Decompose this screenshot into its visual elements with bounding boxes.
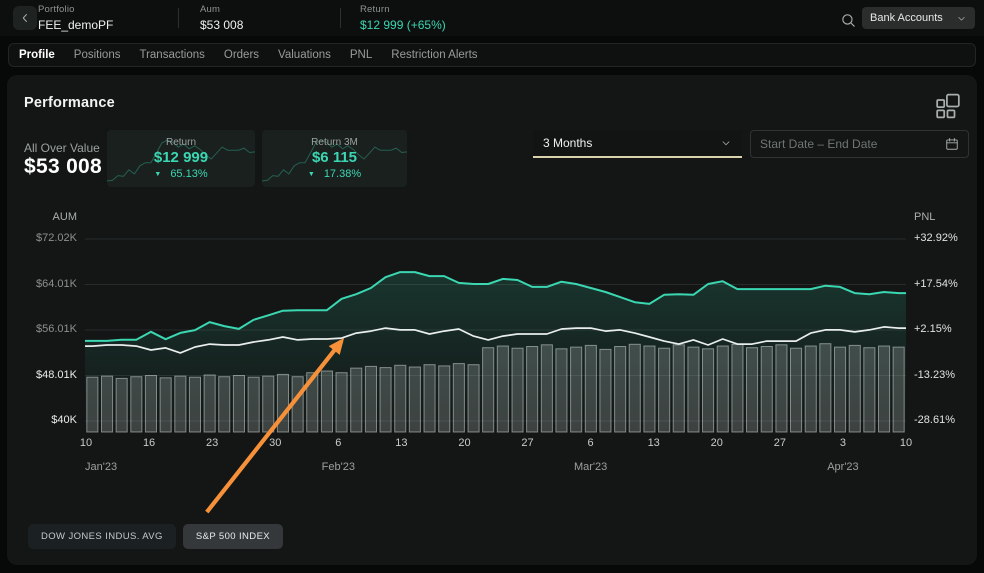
chevron-down-icon <box>720 137 732 149</box>
divider <box>340 8 341 28</box>
x-tick-label: 3 <box>840 437 846 449</box>
pnl-axis-label: -13.23% <box>914 369 955 381</box>
x-tick-label: 27 <box>521 437 533 449</box>
return-3m-card-delta: ▼17.38% <box>262 168 407 180</box>
return-3m-card-value: $6 115 <box>262 149 407 166</box>
tab-valuations[interactable]: Valuations <box>278 49 331 61</box>
pnl-axis-label: +32.92% <box>914 232 958 244</box>
portfolio-label: Portfolio <box>38 4 113 16</box>
pnl-axis-label: +17.54% <box>914 278 958 290</box>
period-select[interactable]: 3 Months <box>533 130 742 158</box>
aum-axis-label: $56.01K <box>36 323 77 335</box>
legend-dow-jones-indus-avg[interactable]: DOW JONES INDUS. AVG <box>28 524 176 549</box>
return-3m-card-label: Return 3M <box>262 137 407 148</box>
top-bar: Portfolio FEE_demoPF Aum $53 008 Return … <box>0 0 984 36</box>
aum-axis-label: $40K <box>51 414 77 426</box>
x-tick-label: 6 <box>335 437 341 449</box>
layout-grid-icon[interactable] <box>935 93 961 119</box>
tab-positions[interactable]: Positions <box>74 49 121 61</box>
x-axis-ticks: 1016233061320276132027310 <box>85 437 906 451</box>
tab-profile[interactable]: Profile <box>19 49 55 61</box>
tab-bar: Profile Positions Transactions Orders Valuat… <box>8 43 976 67</box>
month-label: Jan'23 <box>85 461 117 473</box>
section-title: Performance <box>24 95 115 111</box>
right-axis-labels: +32.92% +17.54% +2.15% -13.23% -28.61% <box>914 227 976 434</box>
tab-orders[interactable]: Orders <box>224 49 259 61</box>
x-tick-label: 16 <box>143 437 155 449</box>
aum-axis-label: $64.01K <box>36 278 77 290</box>
chevron-down-icon <box>956 13 967 24</box>
search-icon <box>840 12 857 29</box>
portfolio-value: FEE_demoPF <box>38 18 113 33</box>
pnl-axis-label: -28.61% <box>914 414 955 426</box>
return-value: $12 999 (+65%) <box>360 18 446 33</box>
aum-label: Aum <box>200 4 243 16</box>
pnl-axis-label: +2.15% <box>914 323 952 335</box>
triangle-down-icon: ▼ <box>154 171 161 178</box>
performance-panel: Performance All Over Value $53 008 Retur… <box>7 75 977 565</box>
x-tick-label: 23 <box>206 437 218 449</box>
all-over-value: $53 008 <box>24 155 102 179</box>
return-field: Return $12 999 (+65%) <box>360 4 446 33</box>
chevron-left-icon <box>18 11 32 25</box>
x-tick-label: 27 <box>774 437 786 449</box>
x-tick-label: 6 <box>588 437 594 449</box>
divider <box>178 8 179 28</box>
portfolio-field: Portfolio FEE_demoPF <box>38 4 113 33</box>
date-range-placeholder: Start Date – End Date <box>760 137 877 151</box>
tab-pnl[interactable]: PNL <box>350 49 372 61</box>
back-button[interactable] <box>13 6 37 30</box>
return-card-value: $12 999 <box>107 149 255 166</box>
portfolio-dashboard: Portfolio FEE_demoPF Aum $53 008 Return … <box>0 0 984 573</box>
x-tick-label: 30 <box>269 437 281 449</box>
left-axis-labels: $72.02K $64.01K $56.01K $48.01K $40K <box>7 227 77 434</box>
benchmark-legend: DOW JONES INDUS. AVG S&P 500 INDEX <box>28 524 283 549</box>
all-over-value-label: All Over Value <box>24 141 100 155</box>
aum-axis-label: $72.02K <box>36 232 77 244</box>
month-label: Apr'23 <box>827 461 858 473</box>
return-card: Return $12 999 ▼65.13% <box>107 130 255 187</box>
bank-accounts-select[interactable]: Bank Accounts <box>862 7 975 29</box>
aum-value: $53 008 <box>200 18 243 33</box>
triangle-down-icon: ▼ <box>308 171 315 178</box>
right-axis-title: PNL <box>914 211 935 223</box>
date-range-input[interactable]: Start Date – End Date <box>750 130 969 158</box>
return-3m-card: Return 3M $6 115 ▼17.38% <box>262 130 407 187</box>
return-card-delta: ▼65.13% <box>107 168 255 180</box>
x-tick-label: 13 <box>395 437 407 449</box>
legend-s-p-500-index[interactable]: S&P 500 INDEX <box>183 524 283 549</box>
aum-field: Aum $53 008 <box>200 4 243 33</box>
x-tick-label: 20 <box>458 437 470 449</box>
tab-restriction-alerts[interactable]: Restriction Alerts <box>391 49 477 61</box>
calendar-icon <box>945 137 959 151</box>
period-select-value: 3 Months <box>543 136 592 150</box>
month-label: Mar'23 <box>574 461 607 473</box>
aum-axis-label: $48.01K <box>36 369 77 381</box>
return-card-label: Return <box>107 137 255 148</box>
x-axis-months: Jan'23 Feb'23 Mar'23 Apr'23 <box>85 461 906 475</box>
month-label: Feb'23 <box>322 461 355 473</box>
return-label: Return <box>360 4 446 16</box>
search-button[interactable] <box>840 12 857 34</box>
left-axis-title: AUM <box>7 211 77 223</box>
x-tick-label: 20 <box>711 437 723 449</box>
tab-transactions[interactable]: Transactions <box>139 49 204 61</box>
performance-chart <box>85 227 906 434</box>
x-tick-label: 13 <box>648 437 660 449</box>
x-tick-label: 10 <box>80 437 92 449</box>
bank-accounts-value: Bank Accounts <box>870 12 943 24</box>
x-tick-label: 10 <box>900 437 912 449</box>
